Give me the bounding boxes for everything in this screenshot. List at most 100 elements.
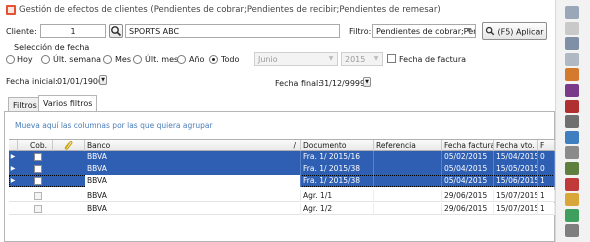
edit-icon[interactable] [565, 37, 579, 51]
chevron-down-icon: ▼ [373, 55, 379, 62]
header-banco[interactable]: Banco / [85, 140, 301, 151]
apply-button-label: (F5) Aplicar [497, 27, 544, 37]
cell-extra: 1 [538, 190, 555, 202]
new-document-icon[interactable] [565, 21, 579, 35]
fecha-factura-label: Fecha de factura [399, 55, 467, 64]
radio-ult-semana[interactable] [41, 55, 50, 64]
fecha-final-label: Fecha final: [275, 79, 321, 88]
delete-icon[interactable] [565, 177, 579, 191]
radio-ano-label: Año [189, 55, 205, 64]
cell-fecha-vto: 15/05/2015 [496, 163, 538, 175]
cell-extra: 0 [538, 163, 555, 175]
tab-varios-filtros[interactable]: Varios filtros [38, 95, 98, 111]
fecha-final-field[interactable]: 31/12/9999 [319, 79, 365, 88]
search-icon [111, 26, 122, 37]
cell-fecha-factura: 05/02/2015 [442, 151, 494, 163]
header-cob[interactable]: Cob. [18, 140, 53, 151]
cell-fecha-vto: 15/07/2015 [496, 190, 538, 202]
cell-banco: BBVA [85, 190, 301, 202]
mail-icon[interactable] [565, 146, 579, 160]
cell-extra: 1 [538, 175, 555, 187]
row-cobrar-checkbox[interactable] [34, 153, 42, 161]
year-select[interactable]: 2015 ▼ [341, 52, 383, 66]
row-arrow-icon: ▶ [10, 177, 16, 184]
grid-header: Cob. Banco / Documento Referencia Fecha … [9, 139, 555, 151]
cell-documento: Fra. 1/ 2015/38 [301, 163, 374, 175]
cell-documento: Fra. 1/ 2015/16 [301, 151, 374, 163]
header-banco-label: Banco [87, 141, 111, 150]
seleccion-fecha-label: Selección de fecha [14, 43, 90, 52]
user-icon[interactable] [565, 193, 579, 207]
row-cobrar-checkbox[interactable] [34, 177, 42, 185]
year-value: 2015 [345, 55, 366, 64]
month-select[interactable]: Junio ▼ [254, 52, 338, 66]
print-icon[interactable] [565, 115, 579, 129]
radio-ano[interactable] [177, 55, 186, 64]
filtro-select[interactable]: Pendientes de cobrar;Pen ▼ [372, 24, 476, 38]
month-value: Junio [258, 55, 278, 64]
row-arrow-icon: ▶ [10, 153, 16, 160]
fecha-inicial-label: Fecha inicial: [6, 77, 58, 86]
cell-fecha-vto: 15/04/2015 [496, 151, 538, 163]
fecha-inicial-dropdown[interactable]: ▼ [99, 75, 107, 85]
radio-todo[interactable] [209, 55, 218, 64]
cliente-code-input[interactable]: 1 [40, 24, 106, 38]
cell-banco: BBVA [85, 151, 301, 163]
scissors-icon[interactable] [565, 224, 579, 238]
header-attach[interactable] [53, 140, 85, 151]
calculator-icon[interactable] [565, 162, 579, 175]
options-icon[interactable] [565, 6, 579, 19]
table-row[interactable]: ▶ BBVA Fra. 1/ 2015/38 05/04/2015 15/05/… [9, 163, 555, 175]
cell-referencia [374, 203, 442, 215]
radio-ult-mes-label: Últ. mes [145, 55, 179, 64]
table-row[interactable]: ▶ BBVA Fra. 1/ 2015/38 05/04/2015 15/06/… [9, 175, 555, 187]
globe-icon[interactable] [565, 130, 579, 144]
search-client-button[interactable] [109, 24, 123, 38]
radio-todo-label: Todo [221, 55, 240, 64]
save-red-icon[interactable] [565, 99, 579, 113]
refresh-icon[interactable] [565, 208, 579, 222]
cliente-name-field[interactable]: SPORTS ABC [125, 24, 340, 38]
header-documento[interactable]: Documento [301, 140, 374, 151]
filtro-label: Filtro: [349, 27, 372, 36]
paperclip-icon [64, 140, 73, 150]
right-toolbar [555, 0, 590, 242]
row-cobrar-checkbox[interactable] [34, 192, 42, 200]
cell-fecha-factura: 05/04/2015 [442, 163, 494, 175]
fecha-final-dropdown[interactable]: ▼ [363, 77, 371, 87]
filter-icon[interactable] [565, 52, 579, 66]
table-row[interactable]: BBVA Agr. 1/1 29/06/2015 15/07/2015 1 [9, 190, 555, 202]
chevron-down-icon: ▼ [466, 27, 472, 34]
stack-icon[interactable] [565, 68, 579, 82]
search-icon [485, 26, 495, 38]
table-row[interactable]: ▶ BBVA Fra. 1/ 2015/16 05/02/2015 15/04/… [9, 151, 555, 163]
row-cobrar-checkbox[interactable] [34, 205, 42, 213]
group-by-hint[interactable]: Mueva aquí las columnas por las que quie… [15, 121, 213, 130]
chevron-down-icon: ▼ [328, 55, 334, 62]
cliente-label: Cliente: [6, 27, 37, 36]
cell-fecha-factura: 05/04/2015 [442, 175, 494, 187]
cell-banco[interactable]: BBVA [85, 175, 301, 187]
table-row[interactable]: BBVA Agr. 1/2 29/06/2015 15/07/2015 1 [9, 203, 555, 215]
fecha-factura-checkbox[interactable] [387, 54, 396, 63]
cell-referencia [374, 175, 442, 187]
cell-referencia [374, 163, 442, 175]
radio-ult-semana-label: Últ. semana [53, 55, 102, 64]
tab-filtros[interactable]: Filtros [8, 97, 42, 112]
radio-hoy[interactable] [6, 55, 15, 64]
header-extra[interactable]: F [538, 140, 555, 151]
cell-banco: BBVA [85, 203, 301, 215]
header-referencia[interactable]: Referencia [374, 140, 442, 151]
header-fecha-factura[interactable]: Fecha factura [442, 140, 494, 151]
row-cobrar-checkbox[interactable] [34, 165, 42, 173]
radio-mes[interactable] [103, 55, 112, 64]
cell-documento: Fra. 1/ 2015/38 [301, 175, 374, 187]
save-icon[interactable] [565, 84, 579, 97]
cell-referencia [374, 151, 442, 163]
fecha-inicial-field[interactable]: 01/01/1900 [57, 77, 103, 86]
cell-banco: BBVA [85, 163, 301, 175]
radio-ult-mes[interactable] [133, 55, 142, 64]
apply-button[interactable]: (F5) Aplicar [482, 22, 547, 40]
cell-fecha-factura: 29/06/2015 [442, 203, 494, 215]
header-fecha-vto[interactable]: Fecha vto. [494, 140, 538, 151]
